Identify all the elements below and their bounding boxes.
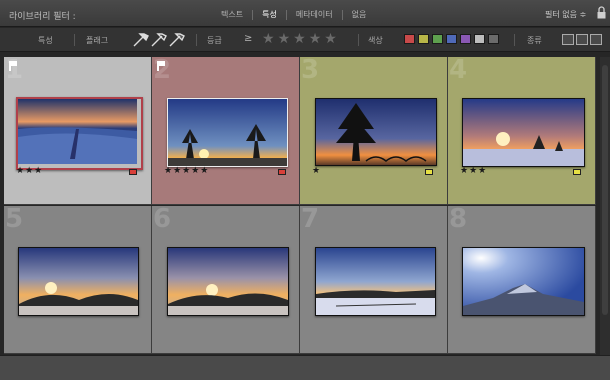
cell-index: 3 xyxy=(301,55,320,85)
divider xyxy=(196,34,197,46)
filter-tabs: 텍스트 특성 메타데이터 없음 xyxy=(212,9,375,20)
color-label-indicator[interactable] xyxy=(129,169,137,175)
flag-label: 플래그 xyxy=(86,36,109,45)
photo-sunrise-grove-2 xyxy=(168,248,288,315)
rating-label: 등급 xyxy=(207,36,222,45)
grid-cell[interactable]: 6 xyxy=(152,204,300,354)
tab-attribute[interactable]: 특성 xyxy=(253,9,286,20)
grid-cell[interactable]: 3 ★ xyxy=(300,55,448,205)
divider xyxy=(358,34,359,46)
star-icon[interactable]: ★ xyxy=(293,31,306,47)
video-icon[interactable] xyxy=(590,34,602,45)
star-icon[interactable]: ★ xyxy=(309,31,322,47)
library-filter-bar: 라이브러리 필터 : 텍스트 특성 메타데이터 없음 필터 없음 ≑ xyxy=(0,0,610,27)
grid-cell[interactable]: 4 ★★★ xyxy=(448,55,596,205)
rating-operator[interactable]: ≥ xyxy=(244,33,252,44)
flag-rejected-icon[interactable] xyxy=(168,32,186,48)
color-label-indicator[interactable] xyxy=(573,169,581,175)
cell-index: 5 xyxy=(5,204,24,234)
master-photo-icon[interactable] xyxy=(562,34,574,45)
star-rating[interactable]: ★ xyxy=(312,166,321,176)
star-icon[interactable]: ★ xyxy=(262,31,275,47)
grid-cell[interactable]: 2 ★★★★★ xyxy=(152,55,300,205)
star-icon[interactable]: ★ xyxy=(324,31,337,47)
tab-text[interactable]: 텍스트 xyxy=(212,9,252,20)
photo-thumbnail[interactable] xyxy=(462,247,585,316)
lock-icon[interactable] xyxy=(597,6,606,19)
photo-thumbnail[interactable] xyxy=(315,98,437,166)
rating-filter-stars: ★ ★ ★ ★ ★ xyxy=(262,31,340,47)
photo-snow-field xyxy=(316,248,435,315)
photo-thumbnail[interactable] xyxy=(462,98,585,167)
grid-cell[interactable]: 7 xyxy=(300,204,448,354)
flag-unflagged-icon[interactable] xyxy=(150,32,168,48)
color-swatch-yellow[interactable] xyxy=(418,34,429,44)
photo-thumbnail[interactable] xyxy=(315,247,436,316)
bottom-toolbar xyxy=(0,355,610,380)
color-swatch-red[interactable] xyxy=(404,34,415,44)
divider xyxy=(514,34,515,46)
tab-none[interactable]: 없음 xyxy=(343,9,376,20)
color-swatch-none[interactable] xyxy=(488,34,499,44)
cell-index: 4 xyxy=(449,55,468,85)
photo-winter-sunrise xyxy=(463,99,584,166)
virtual-copy-icon[interactable] xyxy=(576,34,588,45)
photo-mountain-sun xyxy=(463,248,584,315)
grid-cell[interactable]: 1 ★★★ xyxy=(4,55,152,205)
kind-filter-icons xyxy=(562,34,604,45)
divider xyxy=(74,34,75,46)
star-rating[interactable]: ★★★ xyxy=(460,166,487,176)
kind-label: 종류 xyxy=(527,36,542,45)
attribute-filter-bar: 특성 플래그 등급 ≥ ★ ★ ★ ★ ★ 색상 종류 xyxy=(0,28,610,52)
tab-metadata[interactable]: 메타데이터 xyxy=(287,9,342,20)
grid-cell[interactable]: 8 xyxy=(448,204,596,354)
thumbnail-grid: 1 ★★★ 2 ★★★★★ 3 ★ 4 ★★★ 5 6 7 8 xyxy=(4,55,599,355)
star-icon[interactable]: ★ xyxy=(278,31,291,47)
flag-icon[interactable] xyxy=(156,60,166,71)
photo-thumbnail[interactable] xyxy=(18,247,139,316)
color-swatch-other[interactable] xyxy=(474,34,485,44)
grid-cell[interactable]: 5 xyxy=(4,204,152,354)
scrollbar-thumb[interactable] xyxy=(602,65,608,315)
photo-snowy-shore xyxy=(18,99,137,164)
color-label-indicator[interactable] xyxy=(278,169,286,175)
star-rating[interactable]: ★★★ xyxy=(16,166,43,176)
photo-pine-silhouette xyxy=(316,99,436,165)
color-swatch-blue[interactable] xyxy=(446,34,457,44)
grid-scrollbar[interactable] xyxy=(600,57,610,355)
color-swatches xyxy=(404,34,502,44)
star-rating[interactable]: ★★★★★ xyxy=(164,166,209,176)
color-label: 색상 xyxy=(368,36,383,45)
photo-thumbnail[interactable] xyxy=(167,247,289,316)
color-swatch-purple[interactable] xyxy=(460,34,471,44)
photo-thumbnail[interactable] xyxy=(167,98,288,167)
color-swatch-green[interactable] xyxy=(432,34,443,44)
filter-preset-dropdown[interactable]: 필터 없음 ≑ xyxy=(545,9,586,20)
photo-sunset-trees xyxy=(168,99,287,166)
cell-index: 6 xyxy=(153,204,172,234)
photo-sunrise-grove xyxy=(19,248,138,315)
flag-picked-icon[interactable] xyxy=(132,32,150,48)
attribute-label: 특성 xyxy=(38,36,53,45)
filter-bar-title: 라이브러리 필터 : xyxy=(9,12,76,22)
photo-thumbnail[interactable] xyxy=(16,97,143,170)
cell-index: 7 xyxy=(301,204,320,234)
flag-icon[interactable] xyxy=(8,60,18,71)
color-label-indicator[interactable] xyxy=(425,169,433,175)
cell-index: 8 xyxy=(449,204,468,234)
